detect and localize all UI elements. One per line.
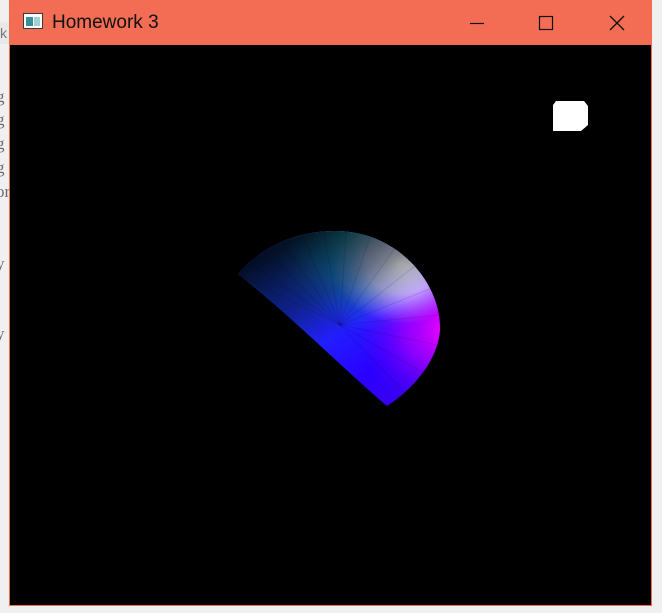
homework-window[interactable]: Homework 3 bbox=[9, 0, 652, 606]
shaded-hemisphere bbox=[238, 231, 440, 406]
scene-svg bbox=[238, 101, 588, 406]
app-icon[interactable] bbox=[23, 13, 43, 29]
close-icon bbox=[609, 15, 625, 31]
maximize-icon bbox=[538, 15, 554, 31]
close-button[interactable] bbox=[594, 1, 640, 45]
minimize-button[interactable] bbox=[454, 1, 500, 45]
background-text-line: g bbox=[0, 87, 5, 106]
light-source-marker bbox=[553, 101, 588, 131]
render-canvas[interactable] bbox=[10, 45, 651, 605]
maximize-button[interactable] bbox=[523, 1, 569, 45]
window-title: Homework 3 bbox=[52, 12, 159, 33]
background-text-line: g bbox=[0, 158, 5, 177]
background-text-line: y bbox=[0, 254, 5, 273]
background-text-line: g bbox=[0, 110, 5, 129]
title-bar[interactable]: Homework 3 bbox=[10, 1, 651, 45]
background-text-line: y bbox=[0, 324, 5, 343]
background-text-line: g bbox=[0, 134, 5, 153]
minimize-icon bbox=[470, 22, 484, 25]
